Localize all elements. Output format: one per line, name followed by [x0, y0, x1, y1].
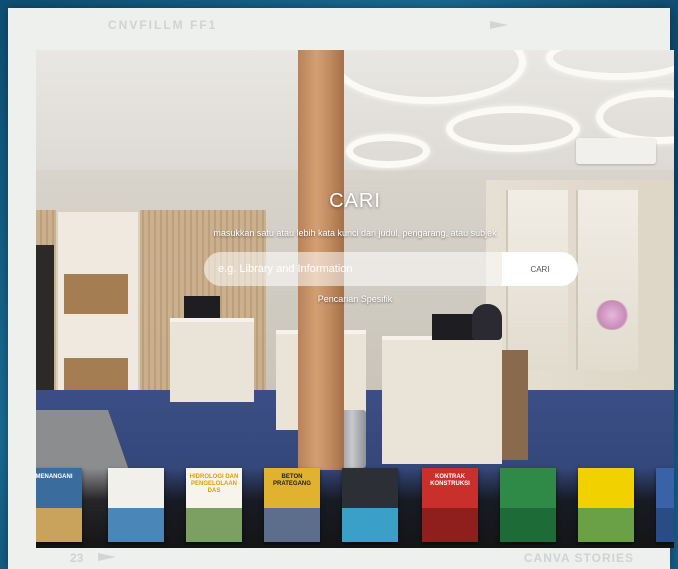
book-cover[interactable]: KONTRAK KONSTRUKSI — [422, 468, 478, 542]
search-input[interactable] — [204, 252, 502, 286]
desk-left — [170, 318, 254, 402]
book-title: MENANGANI — [36, 474, 73, 480]
book-title: KONTRAK KONSTRUKSI — [430, 474, 470, 487]
book-cover-art — [500, 508, 556, 542]
frame-header: CNVFILLM FF1 — [8, 8, 670, 42]
person-silhouette — [472, 304, 502, 340]
book-cover[interactable]: MENANGANI — [36, 468, 82, 542]
dark-door — [36, 245, 54, 405]
search-bar: CARI — [204, 252, 578, 286]
ceiling-light-ring — [446, 106, 580, 152]
book-title: BETON PRATEGANG — [273, 474, 311, 487]
library-photo: CARI masukkan satu atau lebih kata kunci… — [36, 50, 674, 548]
search-title: CARI — [329, 190, 381, 212]
book-cover[interactable]: BETON PRATEGANG — [264, 468, 320, 542]
arrow-right-icon — [98, 553, 116, 561]
book-cover[interactable] — [342, 468, 398, 542]
display-shelf — [56, 210, 140, 404]
book-cover[interactable] — [108, 468, 164, 542]
footer-label: CANVA STORIES — [523, 551, 634, 565]
arrow-right-icon — [490, 21, 508, 29]
window-pane — [576, 190, 638, 370]
book-cover-art — [264, 508, 320, 542]
search-button[interactable]: CARI — [502, 252, 578, 286]
book-cover-art — [422, 508, 478, 542]
book-cover-art — [342, 508, 398, 542]
search-subtitle: masukkan satu atau lebih kata kunci dari… — [213, 228, 497, 238]
ceiling-light-ring — [346, 134, 430, 168]
book-cover[interactable] — [500, 468, 556, 542]
page-number: 23 — [70, 551, 84, 565]
front-desk-side — [502, 350, 528, 460]
book-cover-art — [656, 508, 674, 542]
flower-vase — [594, 300, 630, 330]
book-cover-art — [36, 508, 82, 542]
advanced-search-link[interactable]: Pencarian Spesifik — [36, 294, 674, 304]
book-title: HIDROLOGI DAN PENGELOLAAN DAS — [189, 474, 239, 494]
book-cover-art — [108, 508, 164, 542]
book-cover[interactable]: HIDROLOGI DAN PENGELOLAAN DAS — [186, 468, 242, 542]
book-cover[interactable] — [656, 468, 674, 542]
front-desk — [382, 336, 502, 464]
book-cover-art — [578, 508, 634, 542]
book-carousel: MENANGANI HIDROLOGI DAN PENGELOLAAN DAS BE… — [36, 468, 674, 548]
slide-frame: CNVFILLM FF1 CARI masukkan satu atau leb… — [8, 8, 674, 569]
book-cover[interactable] — [578, 468, 634, 542]
brand-label: CNVFILLM FF1 — [108, 18, 218, 32]
air-conditioner — [576, 138, 656, 164]
book-cover-art — [186, 508, 242, 542]
